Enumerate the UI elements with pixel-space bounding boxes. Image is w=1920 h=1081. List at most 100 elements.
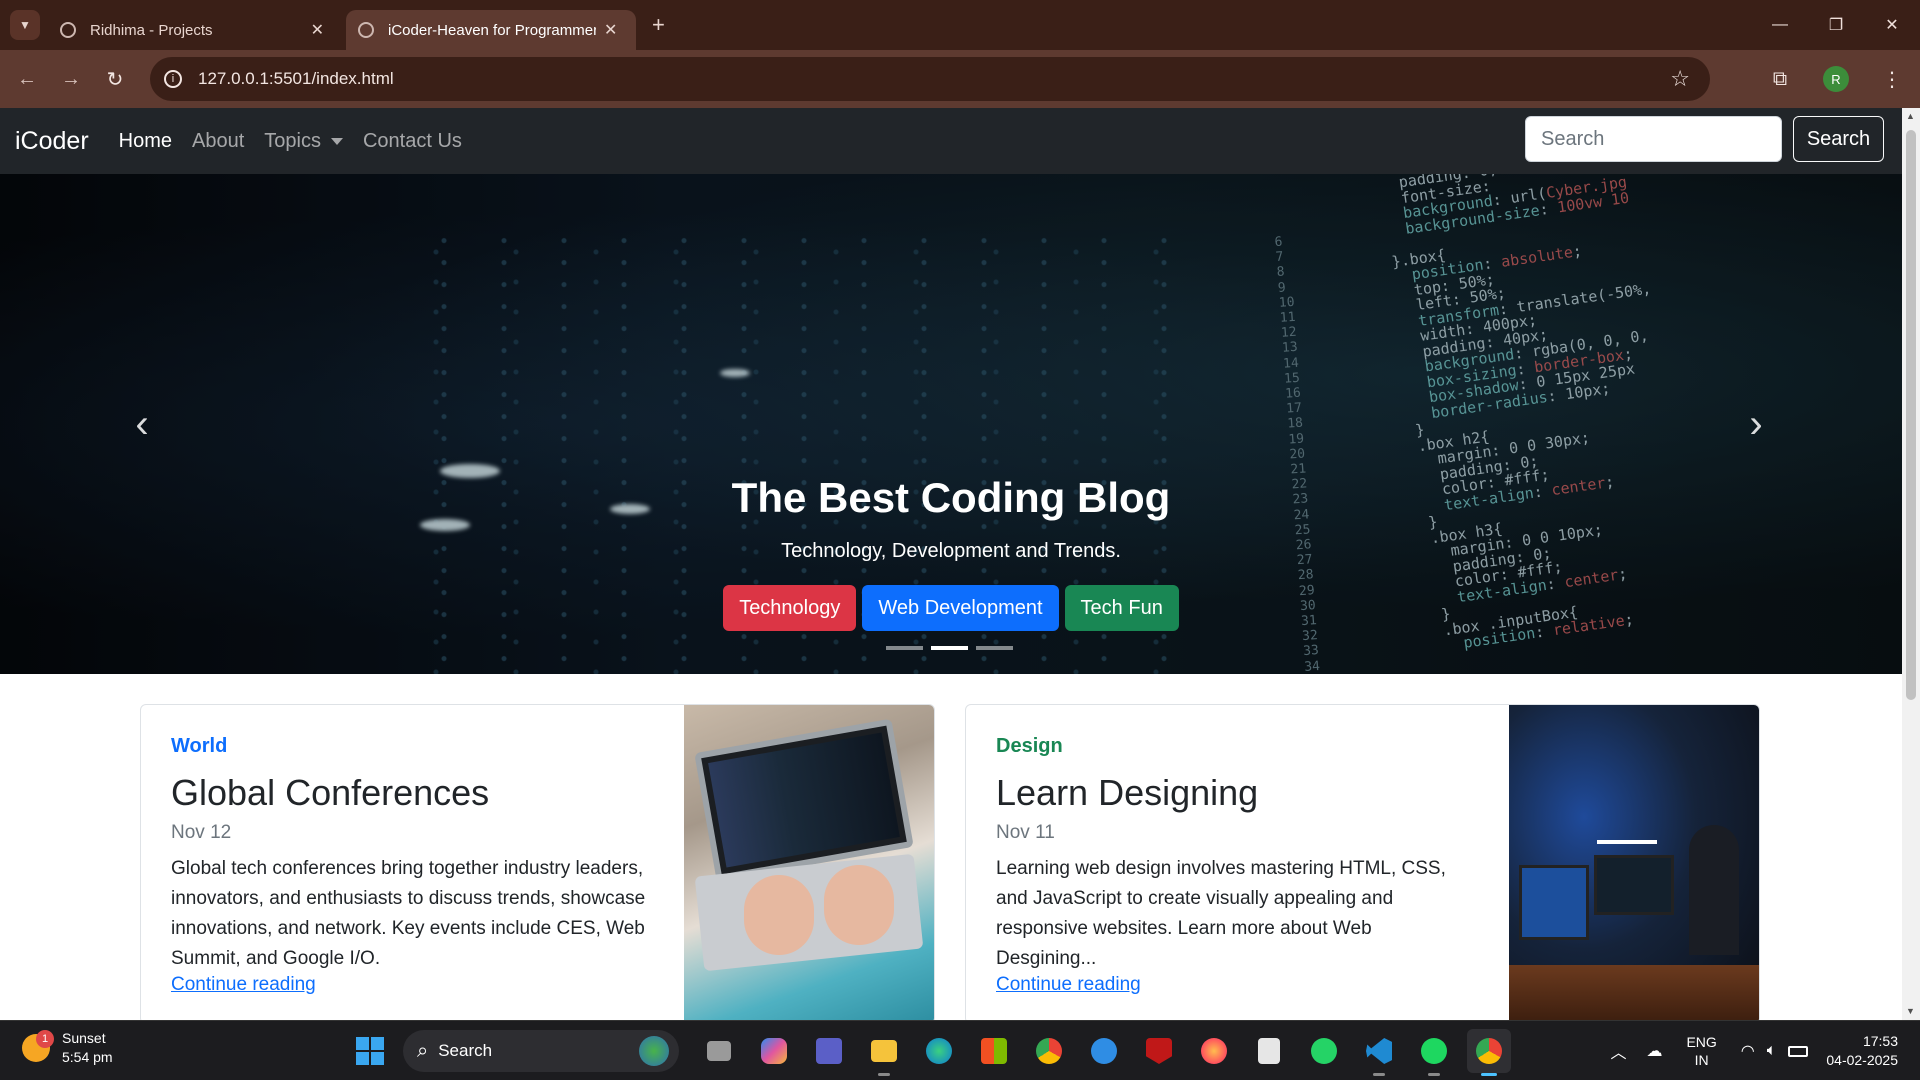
search-button[interactable]: Search <box>1793 116 1884 162</box>
language-indicator[interactable]: ENG IN <box>1686 1033 1716 1069</box>
nav-home[interactable]: Home <box>119 130 172 153</box>
card-thumbnail-desk <box>1509 705 1759 1020</box>
taskbar-search-label: Search <box>438 1041 493 1060</box>
help-icon[interactable] <box>1082 1029 1126 1073</box>
forward-icon[interactable]: → <box>49 68 93 91</box>
notification-badge: 1 <box>36 1030 54 1048</box>
address-bar[interactable]: i 127.0.0.1:5501/index.html ☆ <box>150 57 1710 101</box>
site-info-icon[interactable]: i <box>164 70 182 88</box>
whatsapp-icon[interactable] <box>1302 1029 1346 1073</box>
nav-topics-label: Topics <box>264 129 321 152</box>
web-development-button[interactable]: Web Development <box>862 585 1059 631</box>
hero-caption: The Best Coding Blog Technology, Develop… <box>0 474 1902 631</box>
browser-tab-strip: ▼ Ridhima - Projects ✕ iCoder-Heaven for… <box>0 0 1920 50</box>
carousel-next-icon[interactable]: › <box>1736 402 1776 446</box>
browser-toolbar: ← → ↻ i 127.0.0.1:5501/index.html ☆ ⧉ R … <box>0 50 1920 108</box>
continue-reading-link[interactable]: Continue reading <box>996 974 1141 995</box>
card-text: Learning web design involves mastering H… <box>996 858 1446 969</box>
taskbar-search[interactable]: ⌕ Search <box>403 1030 679 1072</box>
windows-taskbar: 1 Sunset 5:54 pm ⌕ Search ︿ ☁ ENG IN ◠ 🔈… <box>0 1020 1920 1080</box>
continue-reading-link[interactable]: Continue reading <box>171 974 316 995</box>
close-window-icon[interactable]: ✕ <box>1864 0 1920 50</box>
technology-button[interactable]: Technology <box>723 585 857 631</box>
firefox-icon[interactable] <box>1192 1029 1236 1073</box>
card-text: Global tech conferences bring together i… <box>171 858 646 969</box>
caret-down-icon <box>330 137 343 145</box>
bookmark-star-icon[interactable]: ☆ <box>1670 66 1690 92</box>
mcafee-icon[interactable] <box>1137 1029 1181 1073</box>
nav-topics-dropdown[interactable]: Topics <box>264 130 343 153</box>
brand-logo[interactable]: iCoder <box>15 127 89 156</box>
blog-card-world: World Global Conferences Nov 12 Global t… <box>140 704 935 1020</box>
card-title: Global Conferences <box>171 772 490 813</box>
nav-about[interactable]: About <box>192 130 244 153</box>
carousel-indicator-1[interactable] <box>886 646 923 650</box>
scrollbar-thumb[interactable] <box>1906 130 1916 700</box>
tech-fun-button[interactable]: Tech Fun <box>1064 585 1179 631</box>
microsoft-store-icon[interactable] <box>972 1029 1016 1073</box>
onedrive-icon[interactable]: ☁ <box>1646 1041 1662 1061</box>
bing-globe-icon <box>639 1036 669 1066</box>
carousel-prev-icon[interactable]: ‹ <box>122 402 162 446</box>
language-code: ENG <box>1686 1034 1717 1050</box>
hero-subtitle: Technology, Development and Trends. <box>781 540 1121 562</box>
teams-icon[interactable] <box>807 1029 851 1073</box>
card-date: Nov 11 <box>996 822 1055 843</box>
back-icon[interactable]: ← <box>5 68 49 91</box>
new-tab-icon[interactable]: + <box>652 12 665 38</box>
chrome-active-icon[interactable] <box>1467 1029 1511 1076</box>
weather-time: 5:54 pm <box>62 1049 113 1065</box>
site-navbar: iCoder Home About Topics Contact Us Sear… <box>0 108 1902 174</box>
browser-tab-icoder[interactable]: iCoder-Heaven for Programmers ✕ <box>346 10 636 50</box>
close-tab-icon[interactable]: ✕ <box>311 20 324 40</box>
browser-tab-projects[interactable]: Ridhima - Projects ✕ <box>48 10 336 50</box>
close-tab-icon[interactable]: ✕ <box>604 20 617 40</box>
scroll-up-icon[interactable]: ▲ <box>1906 111 1915 121</box>
url-text: 127.0.0.1:5501/index.html <box>198 69 394 88</box>
region-code: IN <box>1694 1052 1709 1068</box>
nav-contact[interactable]: Contact Us <box>363 130 462 153</box>
vscode-icon[interactable] <box>1357 1029 1401 1076</box>
edge-icon[interactable] <box>917 1029 961 1073</box>
task-view-icon[interactable] <box>697 1029 741 1073</box>
restore-icon[interactable]: ❐ <box>1808 0 1864 50</box>
battery-icon[interactable] <box>1788 1045 1809 1057</box>
sunset-icon: 1 <box>22 1030 54 1062</box>
minimize-icon[interactable]: — <box>1752 0 1808 50</box>
chrome-icon[interactable] <box>1027 1029 1071 1073</box>
copilot-icon[interactable] <box>752 1029 796 1073</box>
carousel-indicator-2[interactable] <box>931 646 968 650</box>
blog-card-design: Design Learn Designing Nov 11 Learning w… <box>965 704 1760 1020</box>
card-date: Nov 12 <box>171 822 232 843</box>
windows-start-icon[interactable] <box>348 1029 392 1073</box>
hero-title: The Best Coding Blog <box>731 474 1171 521</box>
menu-dots-icon[interactable]: ⋮ <box>1864 67 1920 92</box>
reload-icon[interactable]: ↻ <box>93 67 137 92</box>
card-category: World <box>171 735 228 757</box>
search-input[interactable]: Search <box>1525 116 1782 162</box>
carousel-indicators <box>886 646 1013 650</box>
taskbar-apps: ⌕ Search <box>348 1029 1522 1076</box>
carousel-indicator-3[interactable] <box>976 646 1013 650</box>
background-highlight <box>720 369 750 377</box>
document-editor-icon[interactable] <box>1247 1029 1291 1073</box>
extensions-icon[interactable]: ⧉ <box>1752 68 1808 91</box>
weather-widget[interactable]: 1 Sunset 5:54 pm <box>22 1029 113 1067</box>
hero-buttons: Technology Web Development Tech Fun <box>0 585 1902 631</box>
tab-search-dropdown-icon[interactable]: ▼ <box>10 10 40 40</box>
show-hidden-icons-chevron-icon[interactable]: ︿ <box>1610 1039 1626 1063</box>
speaker-muted-icon[interactable]: 🔈︎ <box>1767 1042 1777 1060</box>
search-icon: ⌕ <box>417 1039 429 1062</box>
page-scrollbar[interactable]: ▲ ▼ <box>1902 108 1920 1020</box>
clock-date: 04-02-2025 <box>1826 1052 1898 1068</box>
scroll-down-icon[interactable]: ▼ <box>1906 1006 1915 1016</box>
file-explorer-icon[interactable] <box>862 1029 906 1076</box>
spotify-icon[interactable] <box>1412 1029 1456 1076</box>
clock[interactable]: 17:53 04-02-2025 <box>1826 1032 1898 1070</box>
profile-avatar[interactable]: R <box>1823 66 1849 92</box>
card-title: Learn Designing <box>996 772 1259 813</box>
wifi-icon[interactable]: ◠ <box>1741 1041 1755 1061</box>
card-category: Design <box>996 735 1063 757</box>
weather-title: Sunset <box>62 1030 106 1046</box>
hero-carousel: 6 7 8 9 10 11 12 13 14 15 16 17 18 19 20… <box>0 174 1902 674</box>
